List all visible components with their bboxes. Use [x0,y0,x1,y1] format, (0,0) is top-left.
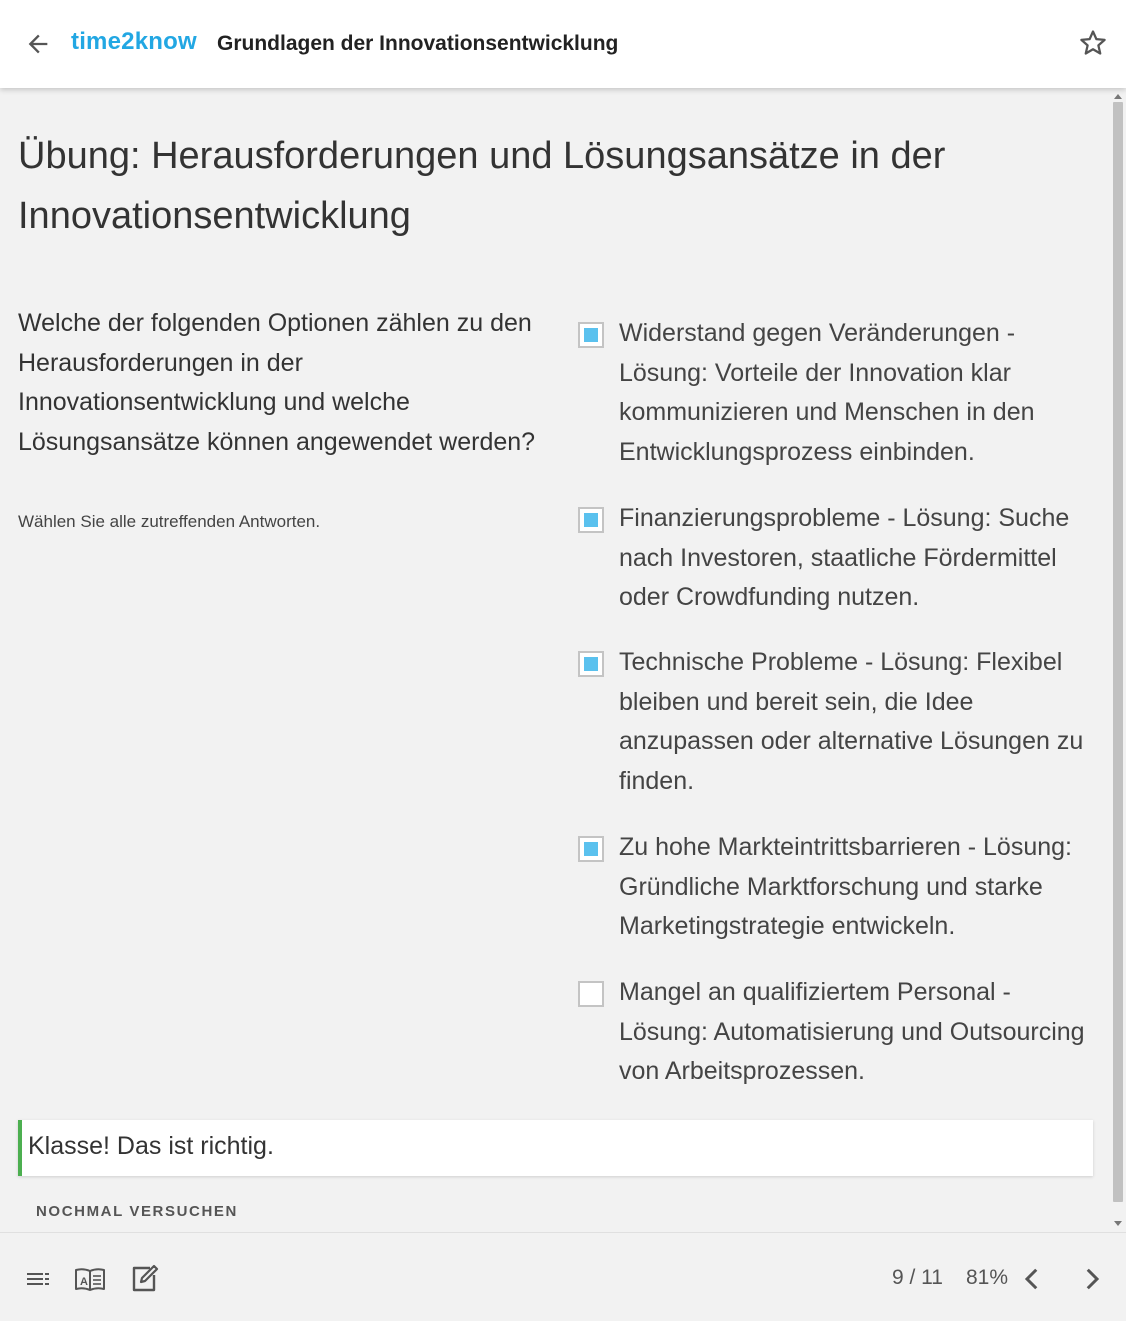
brand-logo[interactable]: time2know [71,28,197,56]
vertical-scrollbar[interactable] [1110,88,1126,1232]
page-title: Übung: Herausforderungen und Lösungsansä… [18,135,946,237]
checkbox-checked[interactable] [578,322,604,348]
top-app-bar: time2know Grundlagen der Innovationsentw… [0,0,1126,88]
retry-button[interactable]: NOCHMAL VERSUCHEN [36,1203,238,1220]
question-text: Welche der folgenden Optionen zählen zu … [18,309,536,456]
scrollbar-thumb[interactable] [1113,102,1123,1202]
exercise-content: Übung: Herausforderungen und Lösungsansä… [0,88,1110,1232]
arrow-left-icon[interactable] [20,26,56,62]
bottom-navigation-bar: A 9 / 11 81% [0,1232,1126,1321]
scroll-up-arrow-icon[interactable] [1114,94,1122,99]
star-outline-icon[interactable] [1074,24,1112,62]
question-hint: Wählen Sie alle zutreffenden Antworten. [18,512,321,531]
answer-option-label: Zu hohe Markteintrittsbarrieren - Lösung… [619,833,1072,940]
answer-option-label: Mangel an qualifiziertem Personal - Lösu… [619,978,1085,1085]
answer-option-label: Finanzierungsprobleme - Lösung: Suche na… [619,504,1070,611]
checkbox-checked[interactable] [578,836,604,862]
checkbox-checked[interactable] [578,507,604,533]
svg-text:A: A [80,1276,88,1288]
course-title: Grundlagen der Innovationsentwicklung [217,32,619,55]
scroll-down-arrow-icon[interactable] [1114,1221,1122,1226]
chevron-left-icon[interactable] [1014,1261,1050,1297]
feedback-text: Klasse! Das ist richtig. [28,1132,274,1160]
feedback-message: Klasse! Das ist richtig. [18,1120,1093,1176]
answer-option-label: Widerstand gegen Veränderungen - Lösung:… [619,319,1035,466]
notes-edit-icon[interactable] [126,1261,162,1297]
chevron-right-icon[interactable] [1074,1261,1110,1297]
table-of-contents-icon[interactable] [20,1261,56,1297]
progress-percent: 81% [966,1266,1009,1289]
answer-option-label: Technische Probleme - Lösung: Flexibel b… [619,648,1084,795]
checkbox-checked[interactable] [578,651,604,677]
glossary-book-icon[interactable]: A [72,1261,108,1297]
page-counter: 9 / 11 [892,1266,943,1289]
checkbox-unchecked[interactable] [578,981,604,1007]
